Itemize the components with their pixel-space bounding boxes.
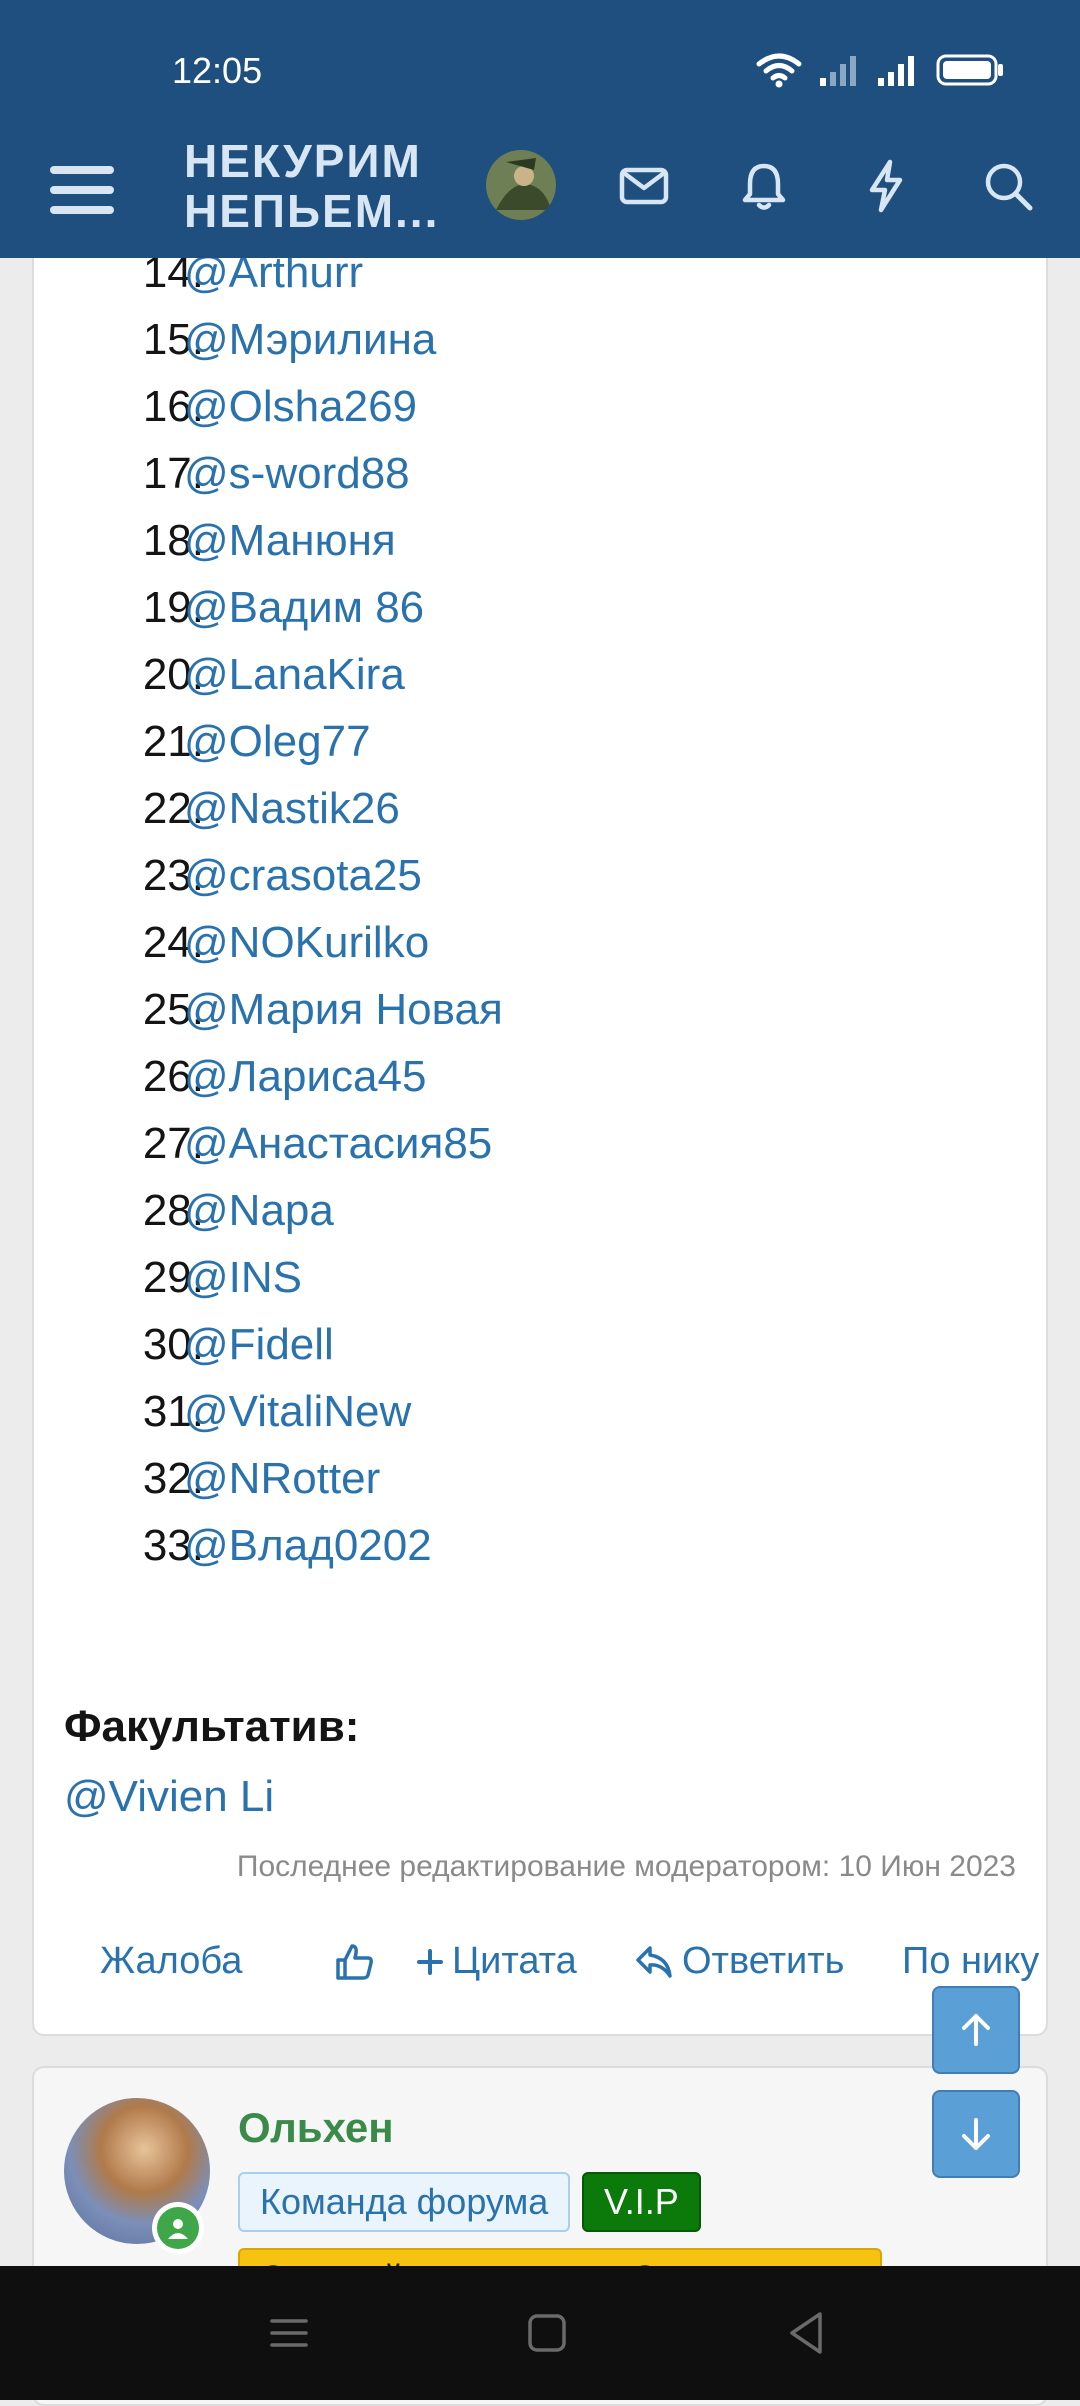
list-item: 22. @Nastik26 (34, 775, 400, 842)
vip-badge: V.I.P (582, 2172, 701, 2232)
list-item: 33. @Влад0202 (34, 1512, 432, 1579)
mention-link[interactable]: @NOKurilko (184, 909, 429, 976)
home-icon[interactable] (520, 2306, 574, 2360)
scroll-up-button[interactable] (932, 1986, 1020, 2074)
online-status-icon (152, 2202, 204, 2254)
back-icon[interactable] (780, 2306, 834, 2360)
list-item: 19. @Вадим 86 (34, 574, 424, 641)
mention-link[interactable]: @Napa (184, 1177, 334, 1244)
list-item: 23. @crasota25 (34, 842, 422, 909)
status-time: 12:05 (172, 50, 263, 91)
mention-link[interactable]: @INS (184, 1244, 302, 1311)
by-nick-button[interactable]: По нику (902, 1940, 1039, 1983)
signal-weak-icon (820, 56, 856, 86)
mention-link[interactable]: @s-word88 (184, 440, 410, 507)
mention-link[interactable]: @Вадим 86 (184, 574, 424, 641)
list-item: 24. @NOKurilko (34, 909, 429, 976)
mention-link[interactable]: @Манюня (184, 507, 396, 574)
mention-link[interactable]: @Oleg77 (184, 708, 371, 775)
list-item: 27. @Анастасия85 (34, 1110, 492, 1177)
by-nick-label: По нику (902, 1940, 1040, 1982)
list-item: 29. @INS (34, 1244, 302, 1311)
status-bar: 12:05 (0, 0, 1080, 130)
mention-link[interactable]: @Лариса45 (184, 1043, 426, 1110)
list-item: 31. @VitaliNew (34, 1378, 411, 1445)
signal-icon (878, 56, 914, 86)
list-item: 26. @Лариса45 (34, 1043, 427, 1110)
list-item: 18. @Манюня (34, 507, 396, 574)
user-icon (168, 2219, 188, 2239)
wifi-icon (756, 53, 802, 88)
mention-link[interactable]: @Анастасия85 (184, 1110, 492, 1177)
mention-link[interactable]: @Мэрилина (184, 306, 436, 373)
quote-label: Цитата (452, 1940, 577, 1982)
lightning-icon[interactable] (856, 156, 916, 216)
status-icons (756, 52, 1004, 88)
avatar-image-icon (486, 150, 556, 220)
mention-link[interactable]: @Fidell (184, 1311, 334, 1378)
mention-link[interactable]: @VitaliNew (184, 1378, 411, 1445)
list-item: 32. @NRotter (34, 1445, 380, 1512)
post-card: 13.@VeraVsebya14.@Arthurr15.@Мэрилина16.… (32, 181, 1048, 2036)
author-name[interactable]: Ольхен (238, 2104, 394, 2152)
list-item: 28. @Napa (34, 1177, 334, 1244)
mention-link[interactable]: @Мария Новая (184, 976, 503, 1043)
mail-icon[interactable] (614, 156, 674, 216)
list-item: 16. @Olsha269 (34, 373, 417, 440)
reply-button[interactable]: Ответить (634, 1940, 844, 1983)
list-item: 21. @Oleg77 (34, 708, 371, 775)
mention-link[interactable]: @LanaKira (184, 641, 405, 708)
menu-icon[interactable] (44, 152, 120, 228)
arrow-up-icon (962, 2014, 990, 2046)
recent-apps-icon[interactable] (262, 2306, 316, 2360)
system-nav-bar (0, 2266, 1080, 2400)
list-item: 25. @Мария Новая (34, 976, 503, 1043)
plus-icon (417, 1948, 443, 1975)
report-label: Жалоба (100, 1940, 243, 1982)
arrow-down-icon (962, 2118, 990, 2150)
list-item: 17. @s-word88 (34, 440, 410, 507)
scroll-down-button[interactable] (932, 2090, 1020, 2178)
quote-button[interactable]: Цитата (416, 1940, 577, 1983)
list-item: 20. @LanaKira (34, 641, 405, 708)
battery-icon (936, 54, 1003, 86)
list-item: 30. @Fidell (34, 1311, 334, 1378)
like-button[interactable] (332, 1940, 376, 1984)
mention-link[interactable]: @Влад0202 (184, 1512, 432, 1579)
edited-note: Последнее редактирование модератором: 10… (236, 1850, 1016, 1883)
report-button[interactable]: Жалоба (100, 1940, 242, 1983)
mention-link[interactable]: @Olsha269 (184, 373, 417, 440)
team-badge: Команда форума (238, 2172, 571, 2232)
search-icon[interactable] (978, 156, 1038, 216)
optional-mention-link[interactable]: @Vivien Li (64, 1772, 274, 1822)
reply-label: Ответить (682, 1940, 845, 1982)
thumbs-up-icon (336, 1944, 373, 1980)
reply-icon (636, 1945, 672, 1978)
app-header: 12:05 НЕКУРИМ НЕПЬЕМ... (0, 0, 1080, 258)
mention-link[interactable]: @Nastik26 (184, 775, 400, 842)
optional-title: Факультатив: (64, 1702, 360, 1751)
site-logo[interactable]: НЕКУРИМ НЕПЬЕМ... (184, 136, 439, 236)
user-avatar[interactable] (486, 150, 556, 220)
bell-icon[interactable] (734, 156, 794, 216)
nav-bar: НЕКУРИМ НЕПЬЕМ... (0, 130, 1080, 258)
brand-line-1: НЕКУРИМ (184, 135, 422, 187)
mention-link[interactable]: @crasota25 (184, 842, 422, 909)
brand-line-2: НЕПЬЕМ... (184, 185, 440, 237)
list-item: 15. @Мэрилина (34, 306, 437, 373)
mention-link[interactable]: @NRotter (184, 1445, 380, 1512)
post-actions: Жалоба Цитата Ответить По нику (64, 1932, 1039, 2002)
